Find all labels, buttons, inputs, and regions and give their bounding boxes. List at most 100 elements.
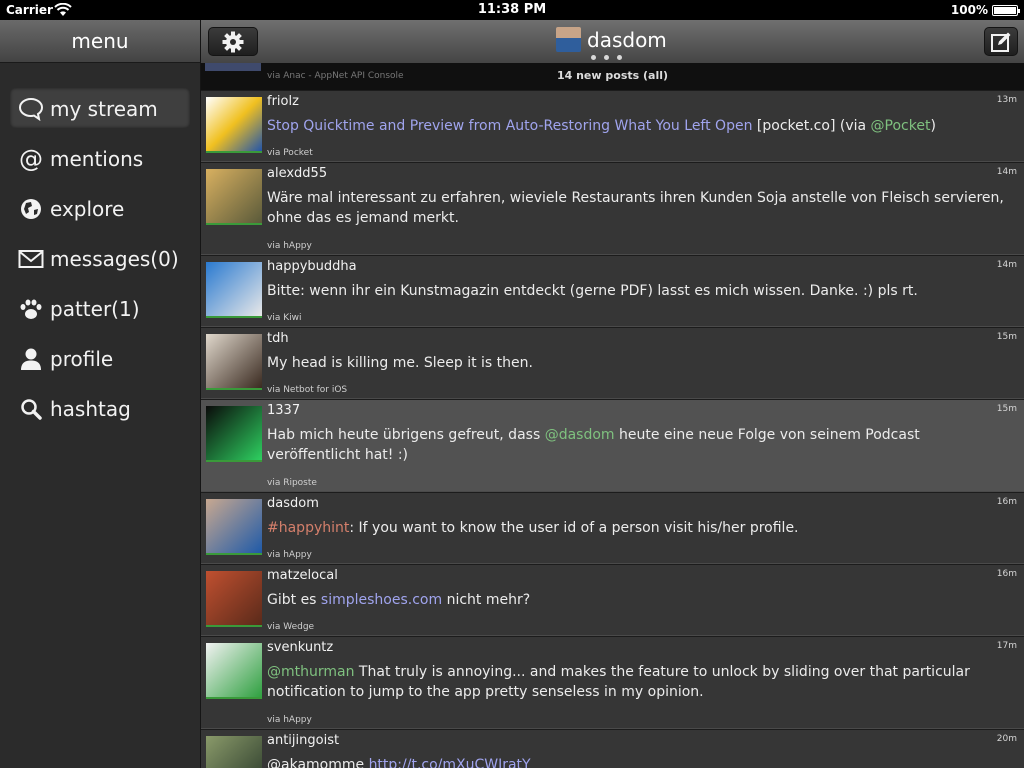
post-mention[interactable]: @mthurman <box>267 664 354 680</box>
current-user-avatar <box>556 27 581 52</box>
post-timestamp: 13m <box>996 95 1017 105</box>
user-avatar[interactable] <box>206 643 262 699</box>
post-text-segment: @akamomme <box>267 757 369 768</box>
post-username[interactable]: 1337 <box>267 403 300 418</box>
post-client-via: via hAppy <box>267 715 312 725</box>
post-row[interactable]: tdh 15m My head is killing me. Sleep it is… <box>201 327 1024 399</box>
post-timestamp: 14m <box>996 167 1017 177</box>
post-timestamp: 16m <box>996 497 1017 507</box>
user-avatar[interactable] <box>206 169 262 225</box>
post-row[interactable]: alexdd55 14m Wäre mal interessant zu erfah… <box>201 162 1024 255</box>
globe-icon <box>18 196 44 222</box>
envelope-icon <box>18 246 44 272</box>
compose-button[interactable] <box>984 27 1018 56</box>
page-dot <box>591 55 596 60</box>
battery-percentage: 100% <box>950 3 988 17</box>
menu-item-label: hashtag <box>50 397 131 421</box>
battery-icon <box>992 5 1020 16</box>
post-hashtag[interactable]: #happyhint <box>267 520 349 536</box>
post-stream: friolz 13m Stop Quicktime and Preview from… <box>201 90 1024 768</box>
post-username[interactable]: antijingoist <box>267 733 339 748</box>
at-sign-icon: @ <box>19 145 43 173</box>
post-client-via: via Kiwi <box>267 313 302 323</box>
post-link[interactable]: http://t.co/mXuCWIratY <box>369 757 531 768</box>
post-link[interactable]: Stop Quicktime and Preview from Auto-Res… <box>267 118 752 134</box>
post-username[interactable]: tdh <box>267 331 289 346</box>
menu-item-mentions[interactable]: @ mentions <box>0 134 200 184</box>
status-bar: Carrier 11:38 PM 100% <box>0 0 1024 20</box>
post-row[interactable]: antijingoist 20m @akamomme http://t.co/mXu… <box>201 729 1024 768</box>
post-mention[interactable]: @dasdom <box>545 427 615 443</box>
post-text-segment: Wäre mal interessant zu erfahren, wievie… <box>267 190 1004 226</box>
user-avatar[interactable] <box>206 334 262 390</box>
menu-item-label: messages(0) <box>50 247 179 271</box>
menu-item-hashtag[interactable]: hashtag <box>0 384 200 434</box>
menu-item-label: my stream <box>50 97 158 121</box>
page-dot <box>617 55 622 60</box>
post-text-segment: nicht mehr? <box>442 592 531 608</box>
menu-item-messages[interactable]: messages(0) <box>0 234 200 284</box>
post-row[interactable]: friolz 13m Stop Quicktime and Preview from… <box>201 90 1024 162</box>
post-username[interactable]: dasdom <box>267 496 319 511</box>
new-posts-banner[interactable]: via Anac - AppNet API Console 14 new pos… <box>201 63 1024 90</box>
user-avatar[interactable] <box>206 262 262 318</box>
new-posts-count: 14 new posts (all) <box>556 69 669 82</box>
gear-icon <box>222 31 244 52</box>
menu-item-label: patter(1) <box>50 297 140 321</box>
post-link[interactable]: simpleshoes.com <box>321 592 442 608</box>
sidebar: menu my stream @ mentions explore messag… <box>0 20 200 768</box>
user-avatar[interactable] <box>206 571 262 627</box>
menu-list: my stream @ mentions explore messages(0)… <box>0 63 200 434</box>
menu-item-label: profile <box>50 347 114 371</box>
post-client-via: via hAppy <box>267 241 312 251</box>
page-indicator <box>591 55 622 60</box>
post-row[interactable]: svenkuntz 17m @mthurman That truly is anno… <box>201 636 1024 729</box>
post-timestamp: 17m <box>996 641 1017 651</box>
post-username[interactable]: svenkuntz <box>267 640 333 655</box>
post-text-segment: : If you want to know the user id of a p… <box>349 520 799 536</box>
user-avatar[interactable] <box>206 499 262 555</box>
sidebar-title: menu <box>0 20 200 63</box>
post-row[interactable]: dasdom 16m #happyhint: If you want to know… <box>201 492 1024 564</box>
post-text: Hab mich heute übrigens gefreut, dass @d… <box>267 425 1017 465</box>
settings-button[interactable] <box>208 27 258 56</box>
menu-item-patter[interactable]: patter(1) <box>0 284 200 334</box>
user-avatar[interactable] <box>206 97 262 153</box>
main-panel: dasdom via Anac - AppNet API Console 14 … <box>201 20 1024 768</box>
post-username[interactable]: happybuddha <box>267 259 357 274</box>
post-timestamp: 14m <box>996 260 1017 270</box>
post-text: @akamomme http://t.co/mXuCWIratY <box>267 755 1017 768</box>
menu-item-my-stream[interactable]: my stream <box>0 84 200 134</box>
post-client-via: via hAppy <box>267 550 312 560</box>
user-avatar[interactable] <box>206 406 262 462</box>
post-text-segment: Gibt es <box>267 592 321 608</box>
post-timestamp: 15m <box>996 404 1017 414</box>
compose-icon <box>991 32 1011 52</box>
post-timestamp: 15m <box>996 332 1017 342</box>
current-user-title[interactable]: dasdom <box>556 27 667 52</box>
post-mention[interactable]: @Pocket <box>871 118 931 134</box>
post-client-via: via Riposte <box>267 478 317 488</box>
post-client-via: via Pocket <box>267 148 313 158</box>
user-avatar[interactable] <box>206 736 262 768</box>
post-text-segment: Bitte: wenn ihr ein Kunstmagazin entdeck… <box>267 283 918 299</box>
menu-item-explore[interactable]: explore <box>0 184 200 234</box>
post-row[interactable]: matzelocal 16m Gibt es simpleshoes.com nic… <box>201 564 1024 636</box>
post-text: Bitte: wenn ihr ein Kunstmagazin entdeck… <box>267 281 1017 301</box>
person-icon <box>18 346 44 372</box>
top-bar: dasdom <box>201 20 1024 63</box>
menu-item-profile[interactable]: profile <box>0 334 200 384</box>
post-text-segment: My head is killing me. Sleep it is then. <box>267 355 533 371</box>
post-row[interactable]: 1337 15m Hab mich heute übrigens gefreut, … <box>201 399 1024 492</box>
post-row[interactable]: happybuddha 14m Bitte: wenn ihr ein Kunstm… <box>201 255 1024 327</box>
post-username[interactable]: friolz <box>267 94 299 109</box>
current-username: dasdom <box>587 27 667 52</box>
paw-icon <box>18 296 44 322</box>
post-username[interactable]: alexdd55 <box>267 166 327 181</box>
magnifier-icon <box>18 396 44 422</box>
post-username[interactable]: matzelocal <box>267 568 338 583</box>
speech-bubble-icon <box>18 96 44 122</box>
post-timestamp: 16m <box>996 569 1017 579</box>
post-text: @mthurman That truly is annoying... and … <box>267 662 1017 702</box>
post-text: #happyhint: If you want to know the user… <box>267 518 1017 538</box>
